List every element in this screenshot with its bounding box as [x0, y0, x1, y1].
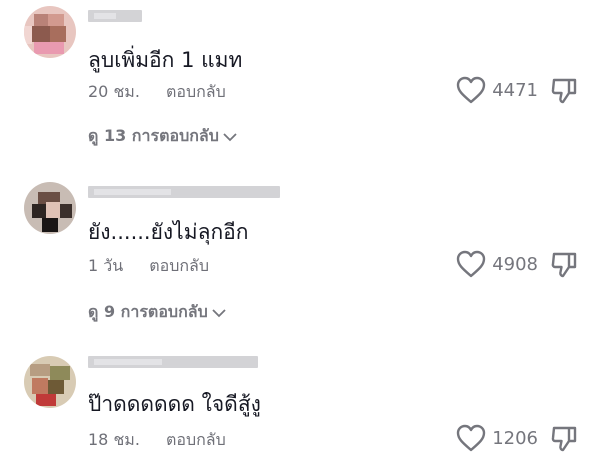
view-replies-button[interactable]: ดู 9 การตอบกลับ	[88, 300, 226, 325]
comment-text: ป๊าดดดดดด ใจดีสู้งู	[88, 392, 261, 416]
comment-item: ป๊าดดดดดด ใจดีสู้งู 18 ชม. ตอบกลับ 1206	[0, 346, 600, 458]
comment-time: 20 ชม.	[88, 82, 140, 101]
reply-button[interactable]: ตอบกลับ	[149, 256, 209, 275]
comment-text: ยัง......ยังไม่ลุกอีก	[88, 220, 249, 244]
dislike-button[interactable]	[550, 250, 578, 282]
thumbs-down-outline-icon	[551, 78, 577, 104]
avatar[interactable]	[24, 6, 76, 58]
dislike-button[interactable]	[550, 76, 578, 108]
comment-item: ลูบเพิ่มอีก 1 แมท 20 ชม. ตอบกลับ 4471 ดู …	[0, 0, 600, 160]
comment-item: ยัง......ยังไม่ลุกอีก 1 วัน ตอบกลับ 4908 …	[0, 170, 600, 321]
like-count: 1206	[492, 427, 538, 449]
username[interactable]	[88, 186, 280, 198]
comment-meta: 1 วัน ตอบกลับ	[88, 254, 209, 279]
chevron-down-icon	[212, 308, 226, 317]
dislike-button[interactable]	[550, 424, 578, 456]
comment-time: 18 ชม.	[88, 430, 140, 449]
like-button[interactable]: 1206	[456, 424, 538, 452]
view-replies-button[interactable]: ดู 13 การตอบกลับ	[88, 124, 237, 149]
heart-outline-icon	[456, 76, 486, 104]
chevron-down-icon	[223, 132, 237, 141]
thumbs-down-outline-icon	[551, 426, 577, 452]
like-count: 4471	[492, 79, 538, 101]
comment-text: ลูบเพิ่มอีก 1 แมท	[88, 48, 243, 72]
like-count: 4908	[492, 253, 538, 275]
thumbs-down-outline-icon	[551, 252, 577, 278]
heart-outline-icon	[456, 250, 486, 278]
comment-meta: 20 ชม. ตอบกลับ	[88, 80, 226, 105]
view-replies-label: ดู 13 การตอบกลับ	[88, 126, 219, 145]
avatar[interactable]	[24, 356, 76, 408]
like-button[interactable]: 4471	[456, 76, 538, 104]
comment-meta: 18 ชม. ตอบกลับ	[88, 428, 226, 453]
username[interactable]	[88, 10, 142, 22]
heart-outline-icon	[456, 424, 486, 452]
username[interactable]	[88, 356, 258, 368]
like-button[interactable]: 4908	[456, 250, 538, 278]
reply-button[interactable]: ตอบกลับ	[166, 82, 226, 101]
reply-button[interactable]: ตอบกลับ	[166, 430, 226, 449]
avatar[interactable]	[24, 182, 76, 234]
view-replies-label: ดู 9 การตอบกลับ	[88, 302, 208, 321]
comment-time: 1 วัน	[88, 256, 124, 275]
